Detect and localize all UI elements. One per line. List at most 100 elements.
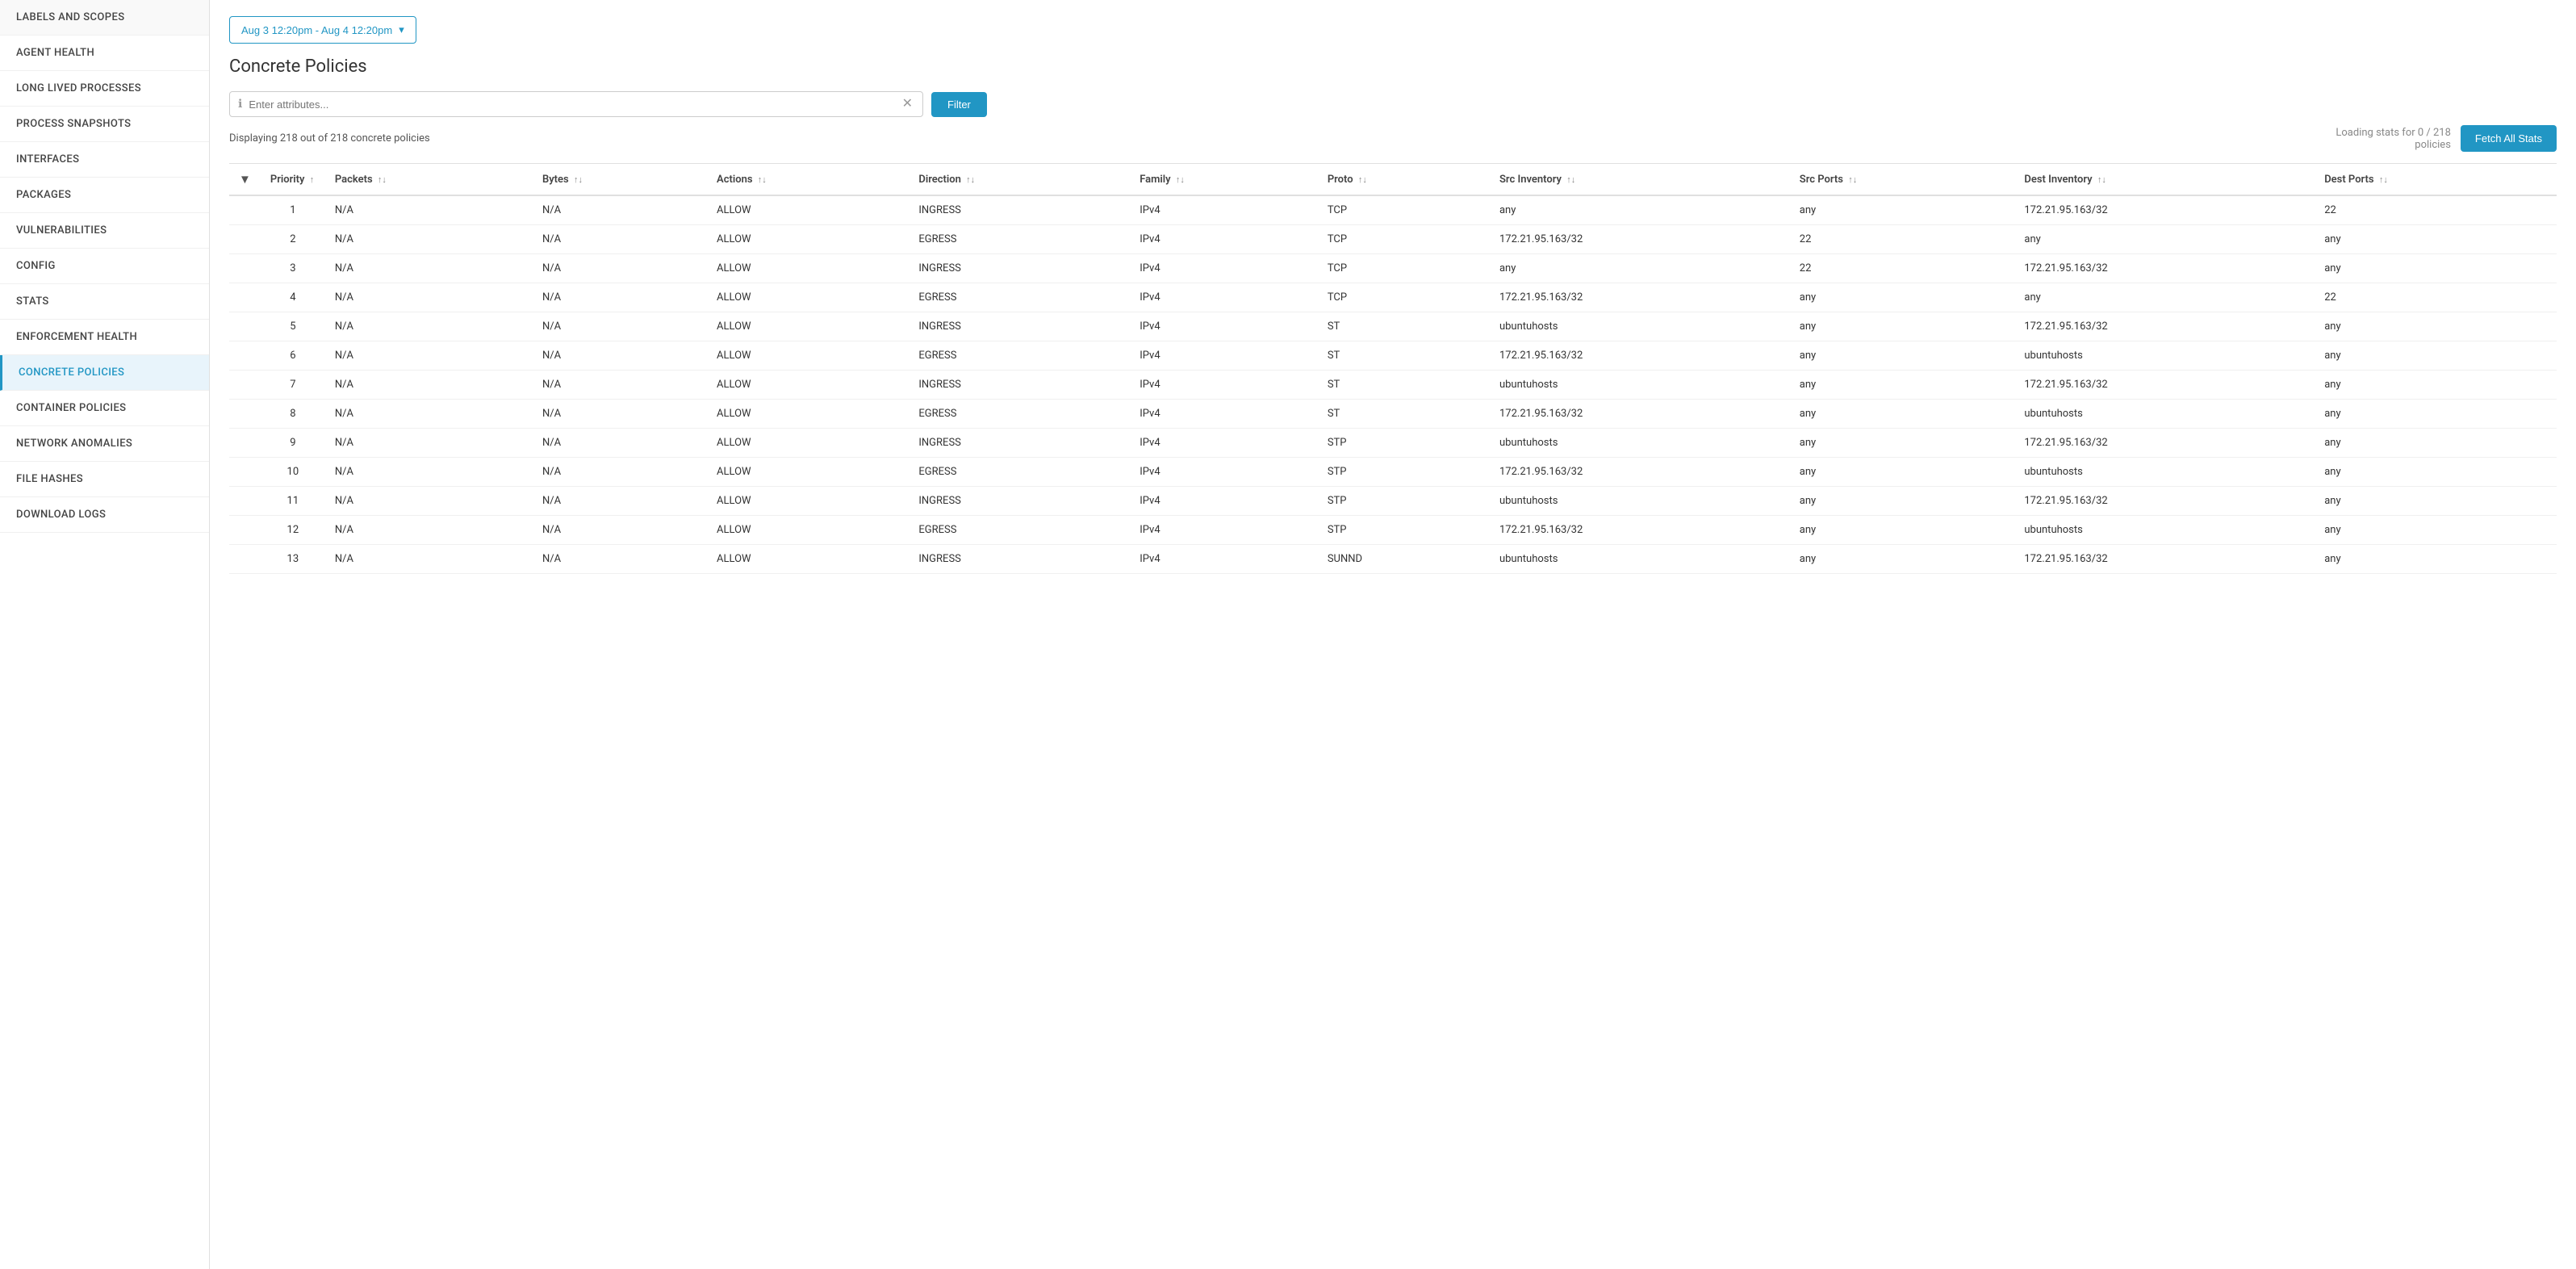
sidebar-item-file-hashes[interactable]: FILE HASHES <box>0 462 209 497</box>
row-src-ports: any <box>1790 371 2015 400</box>
family-col-header[interactable]: Family ↑↓ <box>1130 164 1318 196</box>
row-packets: N/A <box>325 487 533 516</box>
row-src-ports: any <box>1790 195 2015 225</box>
sidebar-item-labels-and-scopes[interactable]: LABELS AND SCOPES <box>0 0 209 36</box>
row-bytes: N/A <box>533 312 707 341</box>
row-dest-inventory: 172.21.95.163/32 <box>2014 254 2315 283</box>
row-direction: INGRESS <box>909 487 1130 516</box>
row-filter-cell <box>229 545 261 574</box>
table-row: 3 N/A N/A ALLOW INGRESS IPv4 TCP any 22 … <box>229 254 2557 283</box>
date-range-picker[interactable]: Aug 3 12:20pm - Aug 4 12:20pm ▾ <box>229 16 416 44</box>
sidebar-item-concrete-policies[interactable]: CONCRETE POLICIES <box>0 355 209 391</box>
row-dest-inventory: ubuntuhosts <box>2014 400 2315 429</box>
row-bytes: N/A <box>533 371 707 400</box>
proto-col-header[interactable]: Proto ↑↓ <box>1318 164 1490 196</box>
row-filter-cell <box>229 195 261 225</box>
row-src-ports: any <box>1790 400 2015 429</box>
row-src-inventory: 172.21.95.163/32 <box>1490 400 1790 429</box>
stats-bar: Displaying 218 out of 218 concrete polic… <box>229 125 2557 152</box>
row-actions: ALLOW <box>707 487 909 516</box>
actions-col-header[interactable]: Actions ↑↓ <box>707 164 909 196</box>
table-body: 1 N/A N/A ALLOW INGRESS IPv4 TCP any any… <box>229 195 2557 574</box>
row-proto: STP <box>1318 487 1490 516</box>
row-dest-ports: any <box>2315 545 2557 574</box>
row-src-inventory: ubuntuhosts <box>1490 545 1790 574</box>
row-priority: 7 <box>261 371 325 400</box>
sidebar-item-long-lived-processes[interactable]: LONG LIVED PROCESSES <box>0 71 209 107</box>
dest-ports-col-header[interactable]: Dest Ports ↑↓ <box>2315 164 2557 196</box>
table-row: 9 N/A N/A ALLOW INGRESS IPv4 STP ubuntuh… <box>229 429 2557 458</box>
filter-button[interactable]: Filter <box>931 92 987 117</box>
row-filter-cell <box>229 487 261 516</box>
row-proto: TCP <box>1318 225 1490 254</box>
row-priority: 3 <box>261 254 325 283</box>
sidebar-item-packages[interactable]: PACKAGES <box>0 178 209 213</box>
row-family: IPv4 <box>1130 341 1318 371</box>
row-bytes: N/A <box>533 225 707 254</box>
row-packets: N/A <box>325 371 533 400</box>
direction-col-header[interactable]: Direction ↑↓ <box>909 164 1130 196</box>
row-bytes: N/A <box>533 516 707 545</box>
bytes-col-header[interactable]: Bytes ↑↓ <box>533 164 707 196</box>
row-src-inventory: ubuntuhosts <box>1490 487 1790 516</box>
row-proto: ST <box>1318 341 1490 371</box>
row-filter-cell <box>229 254 261 283</box>
row-family: IPv4 <box>1130 225 1318 254</box>
row-bytes: N/A <box>533 195 707 225</box>
row-bytes: N/A <box>533 341 707 371</box>
sidebar-item-stats[interactable]: STATS <box>0 284 209 320</box>
main-content: Aug 3 12:20pm - Aug 4 12:20pm ▾ Concrete… <box>210 0 2576 1269</box>
date-range-label: Aug 3 12:20pm - Aug 4 12:20pm <box>241 24 392 36</box>
sidebar-item-enforcement-health[interactable]: ENFORCEMENT HEALTH <box>0 320 209 355</box>
priority-col-header[interactable]: Priority ↑ <box>261 164 325 196</box>
row-packets: N/A <box>325 545 533 574</box>
sidebar-item-network-anomalies[interactable]: NETWORK ANOMALIES <box>0 426 209 462</box>
row-packets: N/A <box>325 341 533 371</box>
table-row: 1 N/A N/A ALLOW INGRESS IPv4 TCP any any… <box>229 195 2557 225</box>
row-actions: ALLOW <box>707 545 909 574</box>
row-priority: 2 <box>261 225 325 254</box>
clear-filter-button[interactable]: ✕ <box>901 98 914 111</box>
row-src-ports: any <box>1790 341 2015 371</box>
row-actions: ALLOW <box>707 225 909 254</box>
row-src-inventory: 172.21.95.163/32 <box>1490 516 1790 545</box>
row-proto: TCP <box>1318 283 1490 312</box>
sidebar-item-process-snapshots[interactable]: PROCESS SNAPSHOTS <box>0 107 209 142</box>
row-src-inventory: 172.21.95.163/32 <box>1490 341 1790 371</box>
src-ports-col-header[interactable]: Src Ports ↑↓ <box>1790 164 2015 196</box>
row-direction: EGRESS <box>909 283 1130 312</box>
row-actions: ALLOW <box>707 341 909 371</box>
sidebar-item-download-logs[interactable]: DOWNLOAD LOGS <box>0 497 209 533</box>
sidebar-item-interfaces[interactable]: INTERFACES <box>0 142 209 178</box>
row-dest-inventory: any <box>2014 225 2315 254</box>
row-filter-cell <box>229 371 261 400</box>
row-dest-inventory: ubuntuhosts <box>2014 516 2315 545</box>
row-direction: EGRESS <box>909 458 1130 487</box>
row-family: IPv4 <box>1130 371 1318 400</box>
row-filter-cell <box>229 312 261 341</box>
sidebar-item-config[interactable]: CONFIG <box>0 249 209 284</box>
src-inventory-col-header[interactable]: Src Inventory ↑↓ <box>1490 164 1790 196</box>
table-row: 11 N/A N/A ALLOW INGRESS IPv4 STP ubuntu… <box>229 487 2557 516</box>
packets-col-header[interactable]: Packets ↑↓ <box>325 164 533 196</box>
row-priority: 11 <box>261 487 325 516</box>
sidebar-item-agent-health[interactable]: AGENT HEALTH <box>0 36 209 71</box>
row-actions: ALLOW <box>707 516 909 545</box>
row-src-inventory: ubuntuhosts <box>1490 312 1790 341</box>
sidebar-item-container-policies[interactable]: CONTAINER POLICIES <box>0 391 209 426</box>
filter-input[interactable] <box>249 98 900 111</box>
sidebar-item-vulnerabilities[interactable]: VULNERABILITIES <box>0 213 209 249</box>
row-family: IPv4 <box>1130 429 1318 458</box>
row-src-ports: any <box>1790 429 2015 458</box>
filter-icon[interactable]: ▼ <box>239 172 251 186</box>
row-proto: TCP <box>1318 195 1490 225</box>
fetch-all-stats-button[interactable]: Fetch All Stats <box>2461 125 2557 152</box>
table-row: 5 N/A N/A ALLOW INGRESS IPv4 ST ubuntuho… <box>229 312 2557 341</box>
row-dest-ports: 22 <box>2315 195 2557 225</box>
info-icon: ℹ <box>238 98 242 111</box>
row-bytes: N/A <box>533 545 707 574</box>
row-dest-ports: any <box>2315 516 2557 545</box>
row-dest-ports: any <box>2315 254 2557 283</box>
row-actions: ALLOW <box>707 195 909 225</box>
dest-inventory-col-header[interactable]: Dest Inventory ↑↓ <box>2014 164 2315 196</box>
